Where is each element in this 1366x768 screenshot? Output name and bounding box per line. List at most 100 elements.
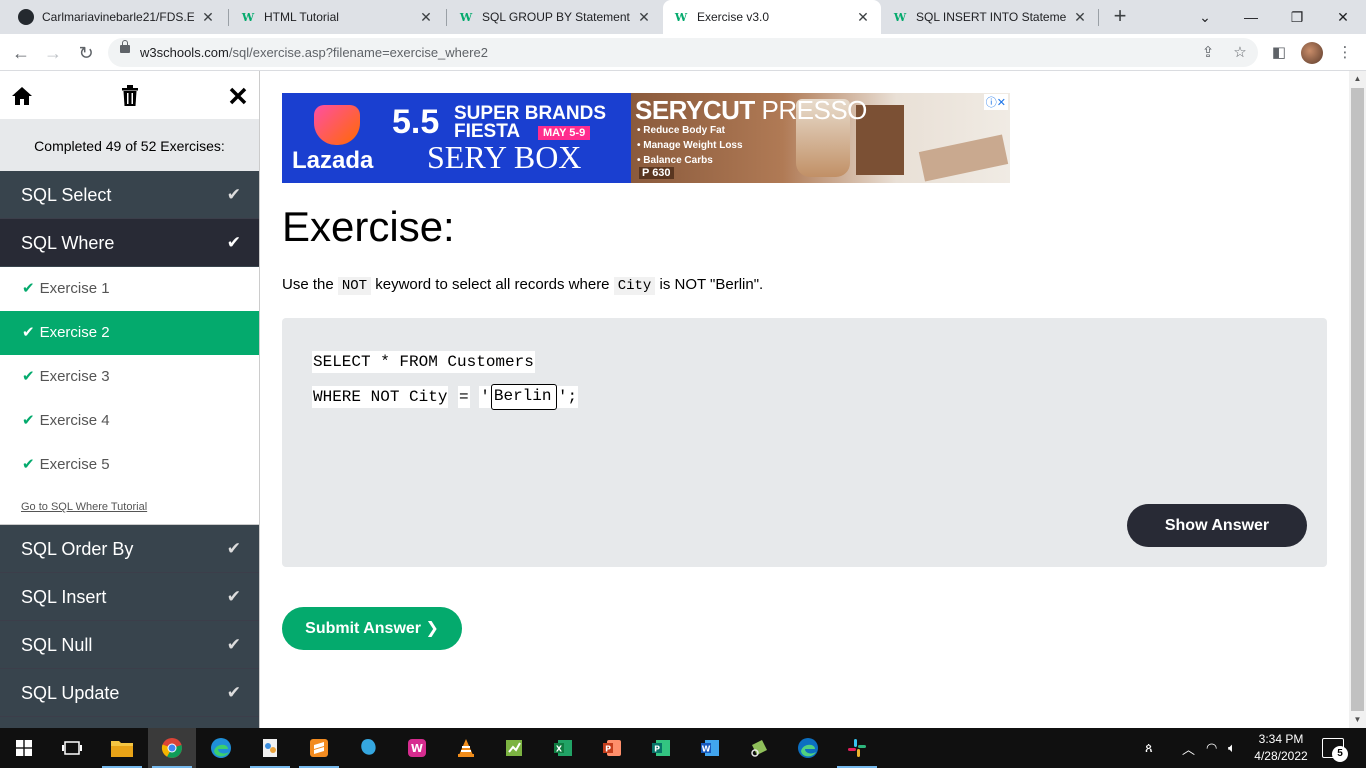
category-sql-order-by[interactable]: SQL Order By ✔ [0,525,259,573]
category-sql-insert[interactable]: SQL Insert ✔ [0,573,259,621]
address-bar[interactable]: w3schools.com/sql/exercise.asp?filename=… [108,38,1258,67]
task-view-icon[interactable] [48,728,96,768]
ad-benefit: • Manage Weight Loss [637,140,743,151]
tutorial-link[interactable]: Go to SQL Where Tutorial [0,487,259,525]
exercise-item-5[interactable]: ✔ Exercise 5 [0,443,259,487]
check-icon: ✔ [22,324,35,341]
close-tab-icon[interactable]: ✕ [1072,9,1088,26]
chrome-icon[interactable] [148,728,196,768]
submit-answer-button[interactable]: Submit Answer ❯ [282,607,462,650]
publisher-icon[interactable]: P [637,728,685,768]
new-tab-icon[interactable]: + [1107,4,1133,30]
category-sql-where[interactable]: SQL Where ✔ [0,219,259,267]
exercise-label: Exercise 3 [39,368,110,385]
side-panel-icon[interactable]: ◧ [1268,42,1290,64]
profile-avatar[interactable] [1301,42,1323,64]
notification-count-badge: 5 [1332,746,1348,762]
check-icon: ✔ [226,233,241,252]
category-sql-null[interactable]: SQL Null ✔ [0,621,259,669]
scroll-down-icon[interactable]: ▼ [1349,712,1366,728]
svg-text:W: W [702,745,711,754]
ad-benefit: • Reduce Body Fat [637,125,725,136]
github-icon [18,9,34,25]
close-icon[interactable] [225,83,251,109]
back-icon[interactable]: ← [8,40,34,66]
ad-lazada[interactable]: 5.5 SUPER BRANDS FIESTA MAY 5-9 Lazada SE… [282,93,631,183]
scroll-up-icon[interactable]: ▲ [1349,71,1366,87]
check-icon: ✔ [226,683,241,702]
exercise-item-2[interactable]: ✔ Exercise 2 [0,311,259,355]
restore-icon[interactable]: ❐ [1274,0,1320,34]
browser-tab[interactable]: W SQL GROUP BY Statement ✕ [448,0,662,34]
volume-icon[interactable]: 🔈︎ [1228,728,1236,768]
lock-icon[interactable] [120,40,130,53]
home-icon[interactable] [9,83,35,109]
ad-headline: 5.5 [392,103,440,141]
check-icon: ✔ [22,456,35,473]
advertisement-banner[interactable]: 5.5 SUPER BRANDS FIESTA MAY 5-9 Lazada SE… [282,93,1010,183]
file-explorer-icon[interactable] [98,728,146,768]
sublime-text-icon[interactable] [295,728,343,768]
people-icon[interactable]: ጰ [1145,728,1153,768]
svg-text:P: P [654,745,660,754]
answer-input[interactable]: Berlin [490,384,557,410]
page-scrollbar[interactable]: ▲ ▼ [1349,71,1366,728]
start-icon[interactable] [0,728,48,768]
vlc-icon[interactable] [442,728,490,768]
show-hidden-icons[interactable]: ︿ [1182,728,1195,768]
ad-serycut[interactable]: SERYCUT PRESSO • Reduce Body Fat • Manag… [631,93,1010,183]
wifi-icon[interactable]: ◠ [1206,728,1217,768]
category-sql-select[interactable]: SQL Select ✔ [0,171,259,219]
ad-close-icon[interactable]: ⓘ✕ [983,94,1008,110]
ad-benefits: • Reduce Body Fat • Manage Weight Loss •… [637,123,743,168]
keyword-code: NOT [337,277,372,295]
category-label: SQL Update [21,683,120,703]
browser-tab[interactable]: W SQL INSERT INTO Statement ✕ [882,0,1098,34]
project-app-icon[interactable] [490,728,538,768]
exercise-item-1[interactable]: ✔ Exercise 1 [0,267,259,311]
code-line-1: SELECT * FROM Customers [312,351,535,373]
paint-app-icon[interactable] [246,728,294,768]
close-tab-icon[interactable]: ✕ [636,9,652,26]
tab-title: Carlmariavinebarle21/FDS.EE [42,10,194,24]
share-icon[interactable]: ⇪ [1198,43,1218,63]
scrollbar-thumb[interactable] [1351,88,1364,711]
close-tab-icon[interactable]: ✕ [200,9,216,26]
snipping-tool-icon[interactable] [735,728,783,768]
close-tab-icon[interactable]: ✕ [855,9,871,26]
show-answer-button[interactable]: Show Answer [1127,504,1307,547]
slack-icon[interactable] [833,728,881,768]
word-icon[interactable]: W [686,728,734,768]
browser-tab-active[interactable]: W Exercise v3.0 ✕ [663,0,881,34]
powerpoint-icon[interactable]: P [588,728,636,768]
clock-date: 4/28/2022 [1254,749,1308,763]
minimize-icon[interactable]: — [1228,0,1274,34]
excel-icon[interactable]: X [539,728,587,768]
code-line-2: WHERE NOT City = ' Berlin '; [312,384,579,410]
exercise-item-4[interactable]: ✔ Exercise 4 [0,399,259,443]
close-tab-icon[interactable]: ✕ [418,9,434,26]
lazada-logo-icon [314,105,360,145]
trash-icon[interactable] [117,83,143,109]
svg-text:W: W [411,742,423,755]
app-icon[interactable] [344,728,392,768]
category-label: SQL Order By [21,539,134,559]
url-text[interactable]: w3schools.com/sql/exercise.asp?filename=… [140,45,488,60]
browser-tab[interactable]: W HTML Tutorial ✕ [230,0,444,34]
browser-tab[interactable]: Carlmariavinebarle21/FDS.EE ✕ [8,0,226,34]
more-menu-icon[interactable]: ⋮ [1334,42,1356,64]
reload-icon[interactable]: ↻ [73,40,99,66]
category-next[interactable] [0,717,259,728]
system-clock[interactable]: 3:34 PM 4/28/2022 [1248,731,1314,765]
exercise-label: Exercise 5 [39,456,110,473]
tab-search-icon[interactable]: ⌄ [1182,0,1228,34]
clock-time: 3:34 PM [1258,732,1304,746]
wamp-icon[interactable]: W [393,728,441,768]
edge-icon[interactable] [197,728,245,768]
exercise-item-3[interactable]: ✔ Exercise 3 [0,355,259,399]
bookmark-star-icon[interactable]: ☆ [1230,43,1250,63]
edge-alt-icon[interactable] [784,728,832,768]
close-window-icon[interactable]: ✕ [1320,0,1366,34]
category-sql-update[interactable]: SQL Update ✔ [0,669,259,717]
forward-icon[interactable]: → [40,40,66,66]
